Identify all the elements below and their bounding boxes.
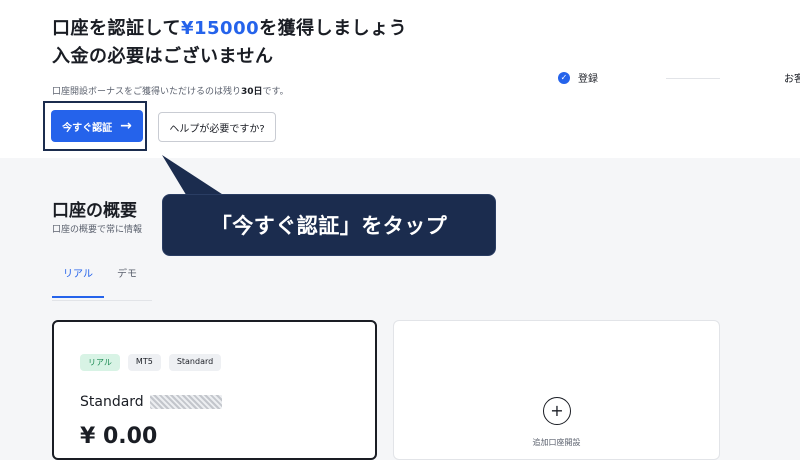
verification-banner: 口座を認証して¥15000を獲得しましょう 入金の必要はございません 口座開設ボ… <box>0 0 800 158</box>
bonus-amount: ¥15000 <box>180 18 260 39</box>
verify-now-label: 今すぐ認証 <box>62 122 113 134</box>
add-account-card[interactable]: + 追加口座開設 <box>393 320 720 460</box>
account-name-label: Standard <box>80 394 144 410</box>
hero-subheadline: 入金の必要はございません <box>52 46 274 67</box>
account-balance: ¥ 0.00 <box>80 424 158 449</box>
need-help-label: ヘルプが必要ですか? <box>169 123 265 135</box>
note-prefix: 口座開設ボーナスをご獲得いただけるのは残り <box>52 87 242 97</box>
instruction-callout: 「今すぐ認証」をタップ <box>162 194 496 256</box>
bonus-deadline-note: 口座開設ボーナスをご獲得いただけるのは残り30日です。 <box>52 84 289 97</box>
days-remaining: 30日 <box>241 87 263 97</box>
account-badges: リアル MT5 Standard <box>80 354 222 371</box>
account-overview-title: 口座の概要 <box>52 201 137 221</box>
masked-account-number <box>149 395 222 409</box>
badge-platform: MT5 <box>127 354 161 371</box>
step-register-label: 登録 <box>578 74 598 85</box>
badge-real: リアル <box>80 354 120 371</box>
callout-text: 「今すぐ認証」をタップ <box>210 214 448 238</box>
step-customer-label: お客 <box>784 74 800 85</box>
step-connector <box>666 78 720 79</box>
need-help-button[interactable]: ヘルプが必要ですか? <box>158 112 276 142</box>
hero-headline-suffix: を獲得しましょう <box>259 18 408 39</box>
hero-headline: 口座を認証して¥15000を獲得しましょう <box>52 14 407 40</box>
note-suffix: です。 <box>262 87 289 97</box>
check-circle-icon: ✓ <box>558 71 570 84</box>
verify-now-button[interactable]: 今すぐ認証 → <box>51 110 143 142</box>
step-register: ✓ 登録 <box>558 70 598 85</box>
badge-account-type: Standard <box>168 354 222 371</box>
account-name: Standard <box>80 394 222 410</box>
account-type-tabs: リアル デモ <box>52 260 152 301</box>
tab-real[interactable]: リアル <box>52 266 104 298</box>
add-account-label: 追加口座開設 <box>532 438 581 447</box>
plus-icon[interactable]: + <box>543 397 571 425</box>
account-card[interactable]: リアル MT5 Standard Standard ¥ 0.00 <box>52 320 377 460</box>
tab-demo[interactable]: デモ <box>112 266 142 284</box>
arrow-right-icon: → <box>120 118 132 134</box>
hero-headline-prefix: 口座を認証して <box>52 18 181 39</box>
account-overview-subtitle: 口座の概要で常に情報 <box>52 225 143 235</box>
